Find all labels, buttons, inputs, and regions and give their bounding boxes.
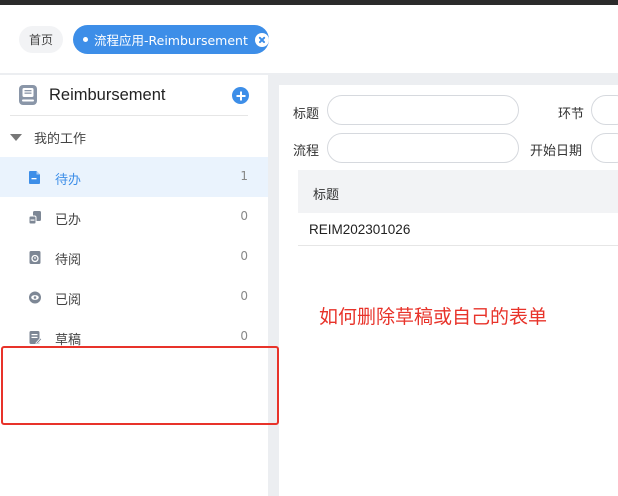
active-dot-icon bbox=[83, 37, 88, 42]
highlight-box bbox=[1, 346, 279, 425]
close-icon[interactable] bbox=[254, 32, 269, 47]
sidebar-item-todo[interactable]: 待办 1 bbox=[0, 157, 268, 197]
to-read-icon bbox=[29, 251, 41, 264]
filter-title-input[interactable] bbox=[327, 95, 519, 125]
sidebar: Reimbursement 我的工作 待办 1 已办 0 待阅 0 已阅 0 草… bbox=[0, 75, 268, 496]
sidebar-item-to-read[interactable]: 待阅 0 bbox=[0, 237, 268, 277]
filter-step-input[interactable] bbox=[591, 95, 618, 125]
tab-label: 流程应用-Reimbursement bbox=[94, 33, 248, 48]
filter-start-date-input[interactable] bbox=[591, 133, 618, 163]
sidebar-title: Reimbursement bbox=[49, 86, 166, 104]
row-title: REIM202301026 bbox=[309, 222, 411, 237]
nav-label: 已阅 bbox=[55, 293, 82, 308]
nav-label: 待办 bbox=[55, 173, 82, 188]
filter-process-input[interactable] bbox=[327, 133, 519, 163]
group-label: 我的工作 bbox=[34, 131, 87, 147]
filter-title-label: 标题 bbox=[293, 107, 320, 122]
nav-count: 0 bbox=[240, 209, 248, 223]
read-eye-icon bbox=[29, 291, 41, 304]
draft-edit-icon bbox=[29, 331, 42, 345]
done-stamp-icon bbox=[28, 211, 41, 225]
tab-bar: 首页 流程应用-Reimbursement bbox=[0, 5, 618, 73]
group-my-work[interactable]: 我的工作 bbox=[0, 117, 268, 157]
table-row[interactable]: REIM202301026 bbox=[298, 213, 618, 246]
column-header-title: 标题 bbox=[313, 188, 340, 203]
sidebar-item-read[interactable]: 已阅 0 bbox=[0, 277, 268, 317]
sidebar-header: Reimbursement bbox=[0, 75, 268, 117]
nav-count: 0 bbox=[240, 289, 248, 303]
nav-count: 1 bbox=[240, 169, 248, 183]
nav-count: 0 bbox=[240, 329, 248, 343]
filter-process-label: 流程 bbox=[293, 144, 320, 159]
sidebar-divider bbox=[10, 115, 248, 116]
add-icon[interactable] bbox=[232, 87, 249, 104]
main-panel: 标题 环节 流程 开始日期 标题 REIM202301026 如何删除草稿或自己… bbox=[279, 85, 618, 496]
sidebar-item-done[interactable]: 已办 0 bbox=[0, 197, 268, 237]
nav-label: 已办 bbox=[55, 213, 82, 228]
nav-count: 0 bbox=[240, 249, 248, 263]
app-icon bbox=[19, 85, 37, 105]
nav-label: 待阅 bbox=[55, 253, 82, 268]
caret-down-icon bbox=[10, 133, 22, 141]
todo-doc-icon bbox=[29, 171, 40, 184]
filter-start-date-label: 开始日期 bbox=[530, 144, 583, 159]
annotation-text: 如何删除草稿或自己的表单 bbox=[319, 306, 548, 328]
table-header: 标题 bbox=[298, 170, 618, 213]
tab-home[interactable]: 首页 bbox=[19, 26, 63, 53]
tab-reimbursement[interactable]: 流程应用-Reimbursement bbox=[73, 25, 269, 54]
filter-step-label: 环节 bbox=[558, 107, 585, 122]
